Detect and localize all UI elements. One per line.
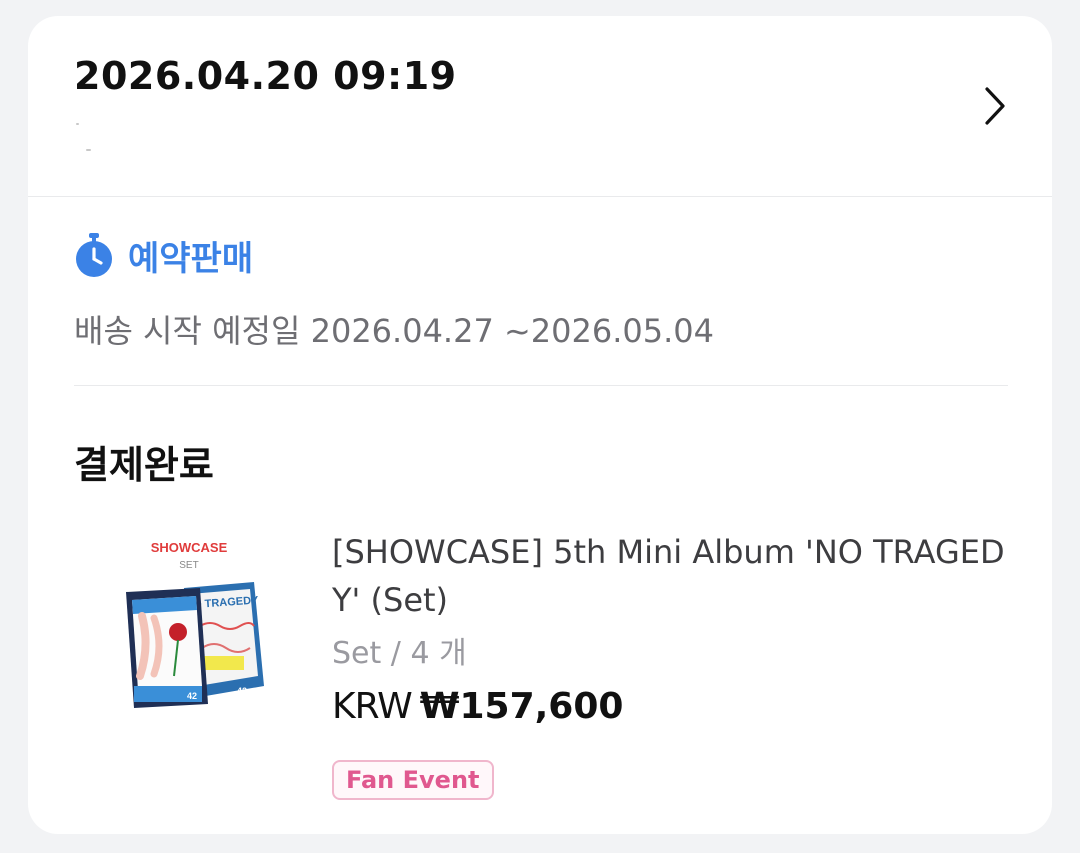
product-option: Set / 4 개 [332,636,467,671]
svg-text:42: 42 [237,686,247,696]
stopwatch-icon [76,233,112,277]
product-image[interactable]: SHOWCASE SET NO TRAGEDY 42 42 [104,536,274,716]
currency-code: KRW [332,686,413,727]
chevron-right-icon[interactable] [982,86,1008,126]
product-image-title: SHOWCASE [151,540,228,555]
product-item[interactable]: SHOWCASE SET NO TRAGEDY 42 42 [SHOWCASE]… [74,516,1024,816]
faint-mark [76,123,79,125]
product-image-badge: 42 [187,691,197,701]
presale-label: 예약판매 [128,238,254,279]
product-image-subtitle: SET [179,560,198,571]
product-price: ₩157,600 [419,686,624,727]
presale-badge: 예약판매 [74,230,253,280]
product-name[interactable]: [SHOWCASE] 5th Mini Album 'NO TRAGEDY' (… [332,528,1022,624]
order-card: 2026.04.20 09:19 예약판매 배송 시작 예정일 2026.04.… [28,16,1052,834]
order-header[interactable]: 2026.04.20 09:19 [28,16,1052,196]
order-status: 결제완료 [74,443,214,487]
fan-event-tag: Fan Event [332,760,494,800]
shipping-date: 배송 시작 예정일 2026.04.27 ~2026.05.04 [74,312,715,350]
price-row: KRW ₩157,600 [332,686,623,727]
divider [28,196,1052,197]
faint-mark [86,149,91,151]
divider [74,385,1008,386]
order-datetime: 2026.04.20 09:19 [74,54,457,98]
